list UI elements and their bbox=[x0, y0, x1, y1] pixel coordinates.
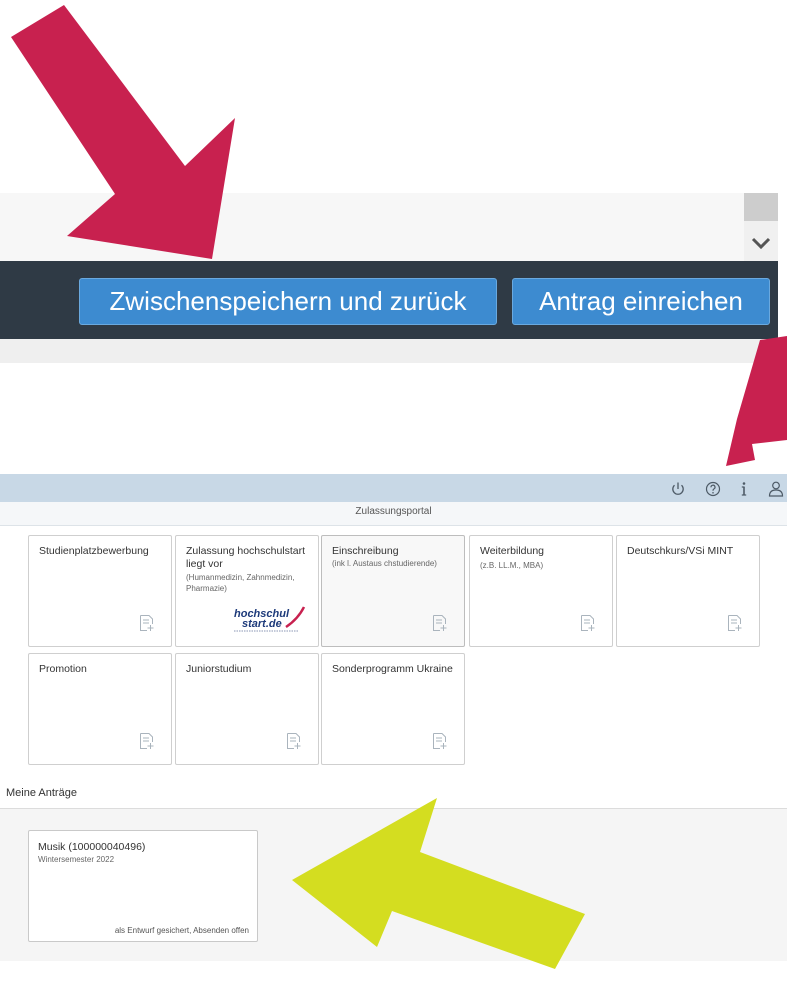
tile-title: Zulassung hochschulstart liegt vor bbox=[186, 545, 306, 570]
save-and-back-button[interactable]: Zwischenspeichern und zurück bbox=[79, 278, 497, 325]
new-document-icon bbox=[140, 733, 154, 749]
tile-einschreibung[interactable]: Einschreibung (ink l. Austaus chstudiere… bbox=[321, 535, 465, 647]
tile-title: Juniorstudium bbox=[186, 663, 252, 675]
logo-line2: start.de bbox=[242, 618, 282, 630]
tile-promotion[interactable]: Promotion bbox=[28, 653, 172, 765]
chevron-down-icon[interactable] bbox=[749, 231, 773, 255]
scrollbar-thumb[interactable] bbox=[744, 193, 778, 221]
tile-title: Promotion bbox=[39, 663, 87, 675]
tile-title: Sonderprogramm Ukraine bbox=[332, 663, 453, 675]
page-edge bbox=[778, 193, 787, 363]
tile-weiterbildung[interactable]: Weiterbildung (z.B. LL.M., MBA) bbox=[469, 535, 613, 647]
application-term: Wintersemester 2022 bbox=[38, 855, 115, 864]
tile-deutschkurs-vsi-mint[interactable]: Deutschkurs/VSi MINT bbox=[616, 535, 760, 647]
tile-subtitle: (ink l. Austaus chstudierende) bbox=[332, 559, 437, 568]
application-title: Musik (100000040496) bbox=[38, 841, 146, 853]
tile-zulassung-hochschulstart[interactable]: Zulassung hochschulstart liegt vor (Huma… bbox=[175, 535, 319, 647]
tile-subtitle: (z.B. LL.M., MBA) bbox=[480, 561, 544, 570]
content-area bbox=[0, 193, 787, 261]
tile-sonderprogramm-ukraine[interactable]: Sonderprogramm Ukraine bbox=[321, 653, 465, 765]
user-icon[interactable] bbox=[766, 479, 786, 499]
new-document-icon bbox=[581, 615, 595, 631]
application-status: als Entwurf gesichert, Absenden offen bbox=[114, 926, 249, 935]
toolbar-footer bbox=[0, 339, 787, 363]
toolbar-screenshot: Zwischenspeichern und zurück Antrag einr… bbox=[0, 193, 787, 363]
page-title: Zulassungsportal bbox=[355, 506, 432, 517]
submit-application-button[interactable]: Antrag einreichen bbox=[512, 278, 770, 325]
application-tile[interactable]: Musik (100000040496) Wintersemester 2022… bbox=[28, 830, 258, 942]
hochschulstart-logo: hochschul start.de bbox=[234, 606, 306, 632]
power-icon[interactable] bbox=[668, 479, 688, 499]
new-document-icon bbox=[287, 733, 301, 749]
info-icon[interactable] bbox=[734, 479, 754, 499]
tile-juniorstudium[interactable]: Juniorstudium bbox=[175, 653, 319, 765]
new-document-icon bbox=[433, 615, 447, 631]
new-document-icon bbox=[140, 615, 154, 631]
new-document-icon bbox=[433, 733, 447, 749]
help-icon[interactable] bbox=[703, 479, 723, 499]
tile-title: Einschreibung bbox=[332, 545, 399, 557]
tile-studienplatzbewerbung[interactable]: Studienplatzbewerbung bbox=[28, 535, 172, 647]
tile-title: Weiterbildung bbox=[480, 545, 545, 557]
tile-title: Deutschkurs/VSi MINT bbox=[627, 545, 734, 557]
my-applications-heading: Meine Anträge bbox=[6, 787, 77, 799]
new-document-icon bbox=[728, 615, 742, 631]
tile-title: Studienplatzbewerbung bbox=[39, 545, 149, 557]
tile-subtitle: (Humanmedizin, Zahnmedizin, Pharmazie) bbox=[186, 573, 295, 593]
